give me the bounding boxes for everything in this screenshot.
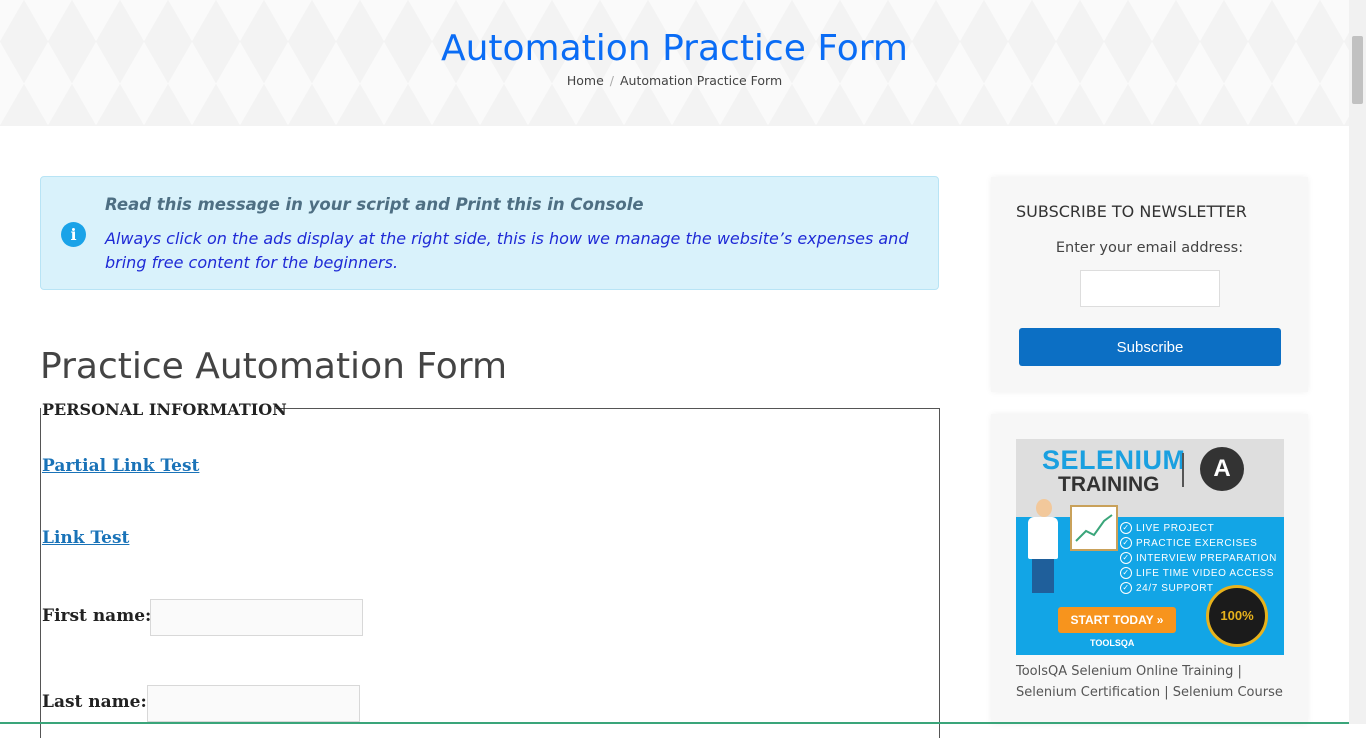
last-name-input[interactable]: [147, 685, 360, 722]
ad-feature-item: ✓ PRACTICE EXERCISES: [1120, 536, 1277, 551]
growth-chart-icon: [1075, 514, 1113, 542]
newsletter-title: SUBSCRIBE TO NEWSLETTER: [1016, 202, 1247, 221]
toolsqa-gear-icon: A: [1200, 447, 1244, 491]
ad-footer-brand: TOOLSQA: [1090, 638, 1135, 648]
money-back-badge-icon: 100%: [1206, 585, 1268, 647]
scrollbar-thumb[interactable]: [1352, 36, 1363, 104]
trainer-body-icon: [1028, 517, 1058, 559]
ad-feature-item: ✓ LIFE TIME VIDEO ACCESS: [1120, 566, 1277, 581]
ad-subtitle: TRAINING: [1058, 473, 1160, 496]
ad-widget: SELENIUM TRAINING A ✓ LIVE PROJECT ✓ PRACT…: [991, 414, 1308, 724]
newsletter-email-input[interactable]: [1080, 270, 1220, 307]
check-icon: ✓: [1120, 522, 1132, 535]
first-name-label: First name:: [42, 606, 152, 626]
ad-feature-item: ✓ LIVE PROJECT: [1120, 521, 1277, 536]
breadcrumb-separator: /: [609, 73, 614, 88]
breadcrumb-current: Automation Practice Form: [619, 73, 783, 88]
breadcrumb-home-link[interactable]: Home: [567, 73, 604, 88]
breadcrumb: Home / Automation Practice Form: [0, 73, 1349, 88]
chart-board-icon: [1070, 505, 1118, 551]
ad-feature-item: ✓ INTERVIEW PREPARATION: [1120, 551, 1277, 566]
info-icon: i: [61, 222, 86, 247]
trainer-legs-icon: [1032, 559, 1054, 593]
check-icon: ✓: [1120, 537, 1132, 550]
link-test[interactable]: Link Test: [42, 528, 129, 548]
page-title: Automation Practice Form: [440, 28, 909, 69]
ad-feature-list: ✓ LIVE PROJECT ✓ PRACTICE EXERCISES ✓ INTER…: [1120, 521, 1277, 596]
form-heading: Practice Automation Form: [40, 346, 508, 387]
newsletter-email-label: Enter your email address:: [1055, 240, 1244, 256]
partial-link-test[interactable]: Partial Link Test: [42, 456, 199, 476]
check-icon: ✓: [1120, 567, 1132, 580]
last-name-label: Last name:: [42, 692, 147, 712]
check-icon: ✓: [1120, 582, 1132, 595]
info-alert: i Read this message in your script and P…: [40, 176, 939, 290]
check-icon: ✓: [1120, 552, 1132, 565]
vertical-scrollbar[interactable]: [1349, 0, 1366, 724]
fieldset-border: [276, 408, 940, 409]
ad-brand: SELENIUM: [1042, 445, 1186, 475]
first-name-input[interactable]: [150, 599, 363, 636]
trainer-head-icon: [1036, 499, 1052, 517]
page-banner: Automation Practice Form Home / Automation…: [0, 0, 1349, 126]
selenium-training-ad[interactable]: SELENIUM TRAINING A ✓ LIVE PROJECT ✓ PRACT…: [1016, 439, 1284, 655]
ad-divider: [1182, 453, 1184, 487]
ad-header: SELENIUM TRAINING A: [1016, 439, 1284, 517]
newsletter-widget: SUBSCRIBE TO NEWSLETTER Enter your email…: [991, 177, 1308, 392]
ad-caption: ToolsQA Selenium Online Training | Selen…: [1016, 664, 1283, 700]
subscribe-button[interactable]: Subscribe: [1019, 328, 1281, 366]
alert-title: Read this message in your script and Pri…: [105, 195, 644, 214]
fieldset-legend: PERSONAL INFORMATION: [42, 400, 287, 419]
alert-message: Always click on the ads display at the r…: [105, 229, 909, 272]
ad-start-today-button[interactable]: START TODAY »: [1058, 607, 1176, 633]
